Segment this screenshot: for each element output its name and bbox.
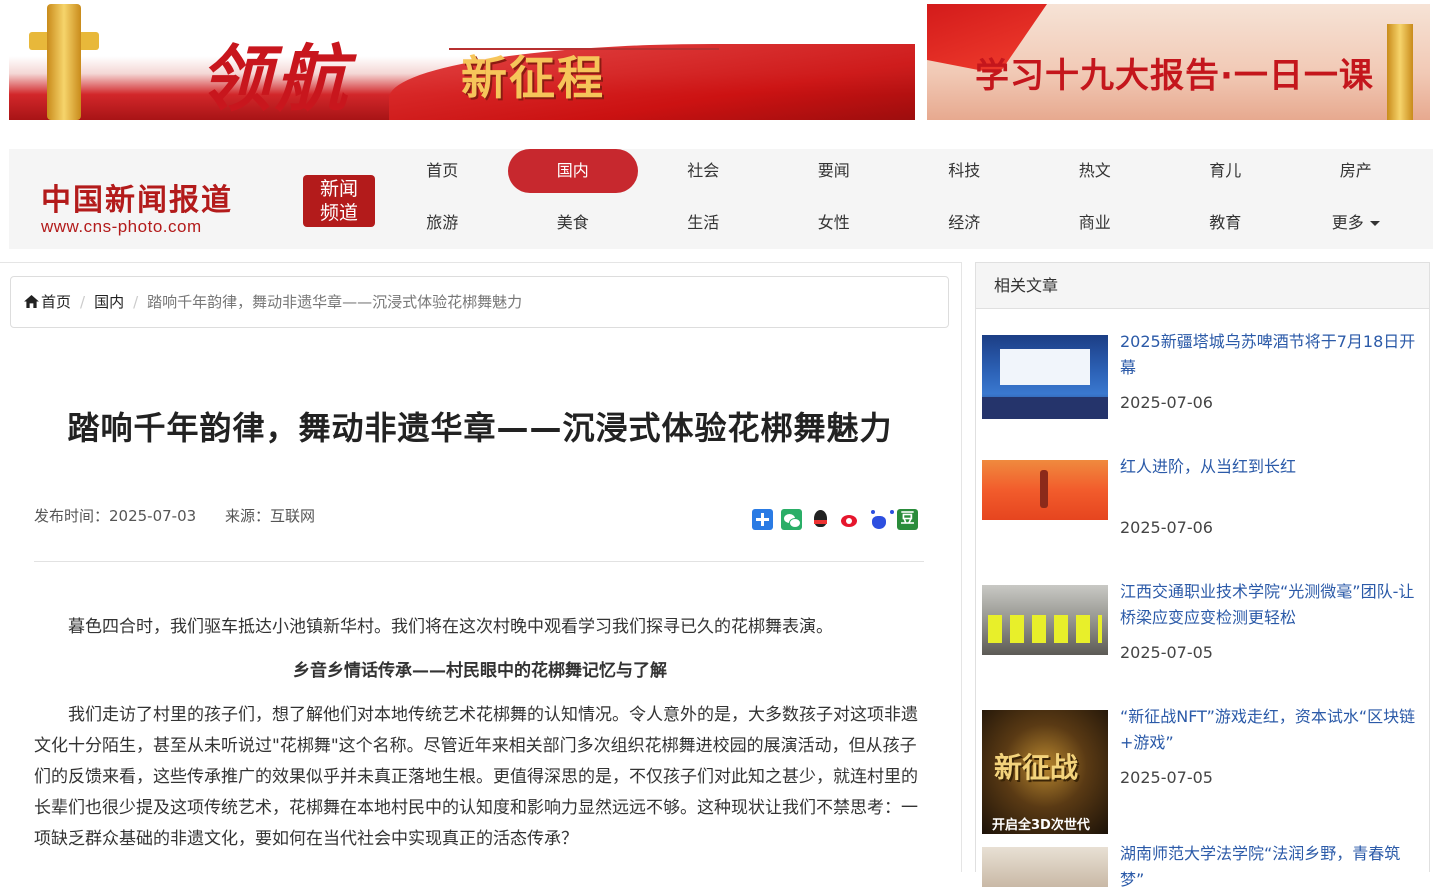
related-item[interactable]: “新征战NFT”游戏走红，资本试水“区块链+游戏” 2025-07-05 xyxy=(982,707,1427,838)
site-header: 中国新闻报道 www.cns-photo.com 新闻 频道 首页 国内 社会 … xyxy=(9,149,1433,249)
related-thumbnail[interactable] xyxy=(982,585,1108,655)
related-item[interactable]: 湖南师范大学法学院“法润乡野，青春筑梦” xyxy=(982,844,1427,889)
banner-leading-new-journey[interactable]: 领航 新征程 xyxy=(9,4,915,120)
banner-subtitle: 新征程 xyxy=(461,51,605,105)
nav-item-life[interactable]: 生活 xyxy=(638,201,769,245)
banner-study-report[interactable]: 学习十九大报告·一日一课 xyxy=(927,4,1430,120)
divider xyxy=(34,561,924,562)
article-source: 来源：互联网 xyxy=(224,507,315,525)
share-wechat-icon[interactable] xyxy=(781,509,802,530)
breadcrumb-current: 踏响千年韵律，舞动非遗华章——沉浸式体验花梆舞魅力 xyxy=(147,293,523,311)
article-meta: 发布时间：2025-07-03 来源：互联网 xyxy=(34,505,339,526)
related-title[interactable]: 2025新疆塔城乌苏啤酒节将于7月18日开幕 xyxy=(1120,329,1420,381)
share-weibo-icon[interactable] xyxy=(839,509,860,530)
nav-item-food[interactable]: 美食 xyxy=(508,201,639,245)
nav-item-more[interactable]: 更多 xyxy=(1291,201,1422,245)
article-paragraph: 暮色四合时，我们驱车抵达小池镇新华村。我们将在这次村晚中观看学习我们探寻已久的花… xyxy=(68,617,833,637)
nav-item-economy[interactable]: 经济 xyxy=(899,201,1030,245)
breadcrumb-separator: / xyxy=(80,293,86,311)
related-item[interactable]: 红人进阶，从当红到长红 2025-07-06 xyxy=(982,457,1427,570)
logo-badge-line2: 频道 xyxy=(319,202,358,224)
banner-calligraphy: 领航 xyxy=(199,36,352,120)
breadcrumb: 首页 / 国内 / 踏响千年韵律，舞动非遗华章——沉浸式体验花梆舞魅力 xyxy=(10,276,949,328)
nav-item-travel[interactable]: 旅游 xyxy=(377,201,508,245)
share-bar xyxy=(752,509,918,530)
nav-row-1: 首页 国内 社会 要闻 科技 热文 育儿 房产 xyxy=(377,149,1421,193)
article-title: 踏响千年韵律，舞动非遗华章——沉浸式体验花梆舞魅力 xyxy=(67,409,893,447)
nav-item-headlines[interactable]: 要闻 xyxy=(769,149,900,193)
banner-right-title: 学习十九大报告·一日一课 xyxy=(975,56,1374,96)
related-title[interactable]: 江西交通职业技术学院“光测微毫”团队-让桥梁应变应变检测更轻松 xyxy=(1120,579,1420,631)
related-date: 2025-07-06 xyxy=(1120,518,1213,537)
article-subheading: 乡音乡情话传承——村民眼中的花梆舞记忆与了解 xyxy=(293,661,667,681)
share-baidu-icon[interactable] xyxy=(868,509,894,530)
nav-item-women[interactable]: 女性 xyxy=(769,201,900,245)
related-date: 2025-07-05 xyxy=(1120,768,1213,787)
related-thumbnail[interactable] xyxy=(982,847,1108,887)
related-title[interactable]: “新征战NFT”游戏走红，资本试水“区块链+游戏” xyxy=(1120,704,1420,756)
nav-more-label: 更多 xyxy=(1331,213,1364,232)
logo-url: www.cns-photo.com xyxy=(41,217,202,236)
related-articles: 相关文章 2025新疆塔城乌苏啤酒节将于7月18日开幕 2025-07-06 红… xyxy=(975,262,1430,889)
share-more-icon[interactable] xyxy=(752,509,773,530)
related-heading: 相关文章 xyxy=(976,263,1429,309)
nav-row-2: 旅游 美食 生活 女性 经济 商业 教育 更多 xyxy=(377,201,1421,245)
logo-text: 中国新闻报道 xyxy=(41,183,233,218)
site-logo[interactable]: 中国新闻报道 www.cns-photo.com 新闻 频道 xyxy=(41,175,375,237)
related-item[interactable]: 江西交通职业技术学院“光测微毫”团队-让桥梁应变应变检测更轻松 2025-07-… xyxy=(982,582,1427,695)
related-thumbnail[interactable] xyxy=(982,335,1108,419)
related-date: 2025-07-06 xyxy=(1120,393,1213,412)
breadcrumb-section[interactable]: 国内 xyxy=(94,293,124,311)
nav-item-parenting[interactable]: 育儿 xyxy=(1160,149,1291,193)
breadcrumb-separator: / xyxy=(133,293,139,311)
caret-down-icon xyxy=(1369,221,1380,226)
nav-item-hot[interactable]: 热文 xyxy=(1030,149,1161,193)
logo-badge-line1: 新闻 xyxy=(319,178,358,200)
nav-item-education[interactable]: 教育 xyxy=(1160,201,1291,245)
related-date: 2025-07-05 xyxy=(1120,643,1213,662)
breadcrumb-home[interactable]: 首页 xyxy=(41,293,71,311)
article-paragraph: 我们走访了村里的孩子们，想了解他们对本地传统艺术花梆舞的认知情况。令人意外的是，… xyxy=(34,705,918,849)
nav-item-society[interactable]: 社会 xyxy=(638,149,769,193)
nav-item-home[interactable]: 首页 xyxy=(377,149,508,193)
share-qq-icon[interactable] xyxy=(810,509,831,530)
publish-time: 发布时间：2025-07-03 xyxy=(34,507,197,525)
related-item[interactable]: 2025新疆塔城乌苏啤酒节将于7月18日开幕 2025-07-06 xyxy=(982,332,1427,445)
huabiao-pillar xyxy=(1387,24,1413,120)
article-panel: 首页 / 国内 / 踏响千年韵律，舞动非遗华章——沉浸式体验花梆舞魅力 踏响千年韵律，舞… xyxy=(0,262,962,872)
nav-item-business[interactable]: 商业 xyxy=(1030,201,1161,245)
huabiao-pillar xyxy=(47,4,81,120)
article-body: 暮色四合时，我们驱车抵达小池镇新华村。我们将在这次村晚中观看学习我们探寻已久的花… xyxy=(34,612,926,868)
related-title[interactable]: 湖南师范大学法学院“法润乡野，青春筑梦” xyxy=(1120,841,1420,893)
nav-item-realestate[interactable]: 房产 xyxy=(1291,149,1422,193)
related-thumbnail[interactable] xyxy=(982,460,1108,520)
nav-item-tech[interactable]: 科技 xyxy=(899,149,1030,193)
related-thumbnail[interactable] xyxy=(982,710,1108,834)
logo-badge: 新闻 频道 xyxy=(303,175,375,227)
share-douban-icon[interactable] xyxy=(897,509,918,530)
related-title[interactable]: 红人进阶，从当红到长红 xyxy=(1120,454,1420,480)
nav-item-domestic[interactable]: 国内 xyxy=(507,149,638,193)
home-icon xyxy=(24,295,39,308)
